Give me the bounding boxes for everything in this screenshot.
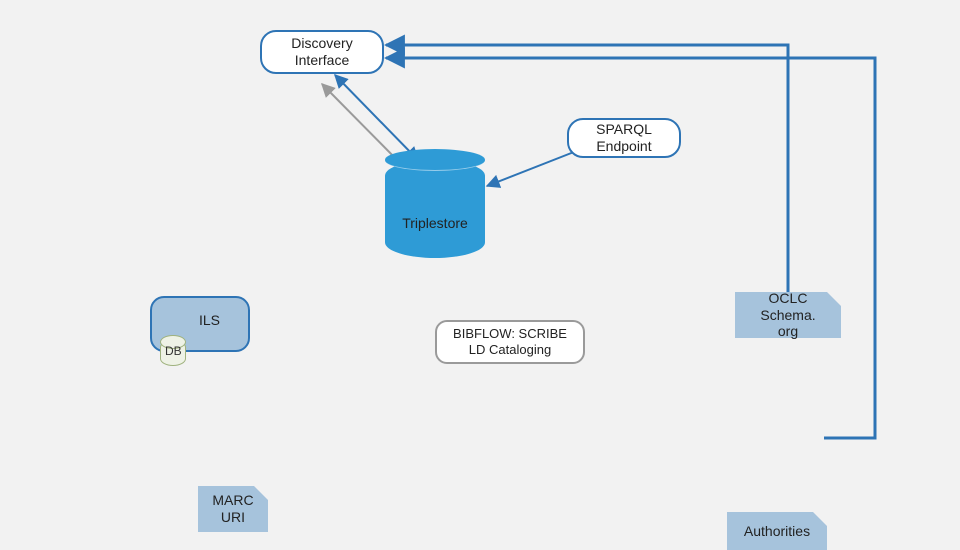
connector-layer (0, 0, 960, 540)
node-sparql-endpoint: SPARQL Endpoint (567, 118, 681, 158)
arrow-discovery-triplestore (335, 75, 418, 160)
label: MARC URI (212, 492, 253, 526)
node-db-label: DB (165, 344, 182, 358)
node-discovery-interface: Discovery Interface (260, 30, 384, 74)
node-bibflow: BIBFLOW: SCRIBE LD Cataloging (435, 320, 585, 364)
node-marc-uri: MARC URI (198, 486, 268, 532)
node-authorities: Authorities (727, 512, 827, 550)
label: Discovery Interface (291, 35, 352, 69)
node-oclc: OCLC Schema. org (735, 292, 841, 338)
label: BIBFLOW: SCRIBE LD Cataloging (453, 326, 567, 357)
label: Authorities (744, 523, 810, 540)
label: ILS (199, 312, 220, 329)
arrow-sparql-triplestore (487, 150, 579, 186)
label: SPARQL Endpoint (596, 121, 652, 155)
node-triplestore: Triplestore (385, 160, 485, 258)
label: Triplestore (385, 215, 485, 231)
cylinder-top (385, 149, 485, 171)
label: OCLC Schema. org (749, 290, 827, 340)
